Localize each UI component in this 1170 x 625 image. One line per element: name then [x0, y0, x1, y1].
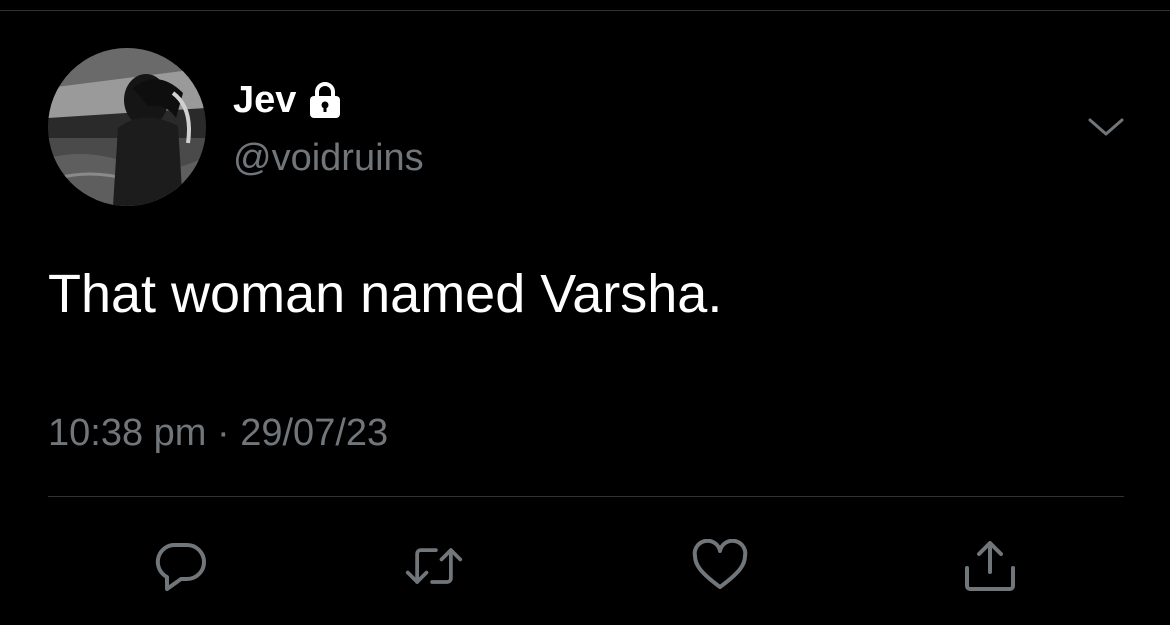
share-button[interactable]: [960, 538, 1020, 594]
reply-button[interactable]: [150, 538, 210, 594]
tweet-text: That woman named Varsha.: [48, 264, 723, 324]
user-handle[interactable]: @voidruins: [233, 136, 424, 180]
retweet-icon: [405, 548, 463, 584]
retweet-button[interactable]: [404, 538, 464, 594]
actions-divider: [48, 496, 1124, 497]
tweet-date[interactable]: 29/07/23: [240, 412, 388, 454]
share-icon: [965, 541, 1015, 591]
tweet-time[interactable]: 10:38 pm: [48, 412, 206, 454]
heart-icon: [692, 539, 748, 589]
meta-separator: ·: [217, 412, 230, 454]
avatar[interactable]: [48, 48, 206, 206]
like-button[interactable]: [690, 538, 750, 594]
chevron-down-icon[interactable]: [1086, 112, 1126, 142]
tweet-metadata: 10:38 pm · 29/07/23: [48, 410, 388, 456]
reply-icon: [155, 543, 206, 591]
author-name-row[interactable]: Jev: [233, 78, 342, 122]
display-name[interactable]: Jev: [233, 78, 296, 122]
lock-icon: [310, 82, 341, 118]
top-divider: [0, 10, 1170, 11]
avatar-photo: [48, 48, 206, 206]
